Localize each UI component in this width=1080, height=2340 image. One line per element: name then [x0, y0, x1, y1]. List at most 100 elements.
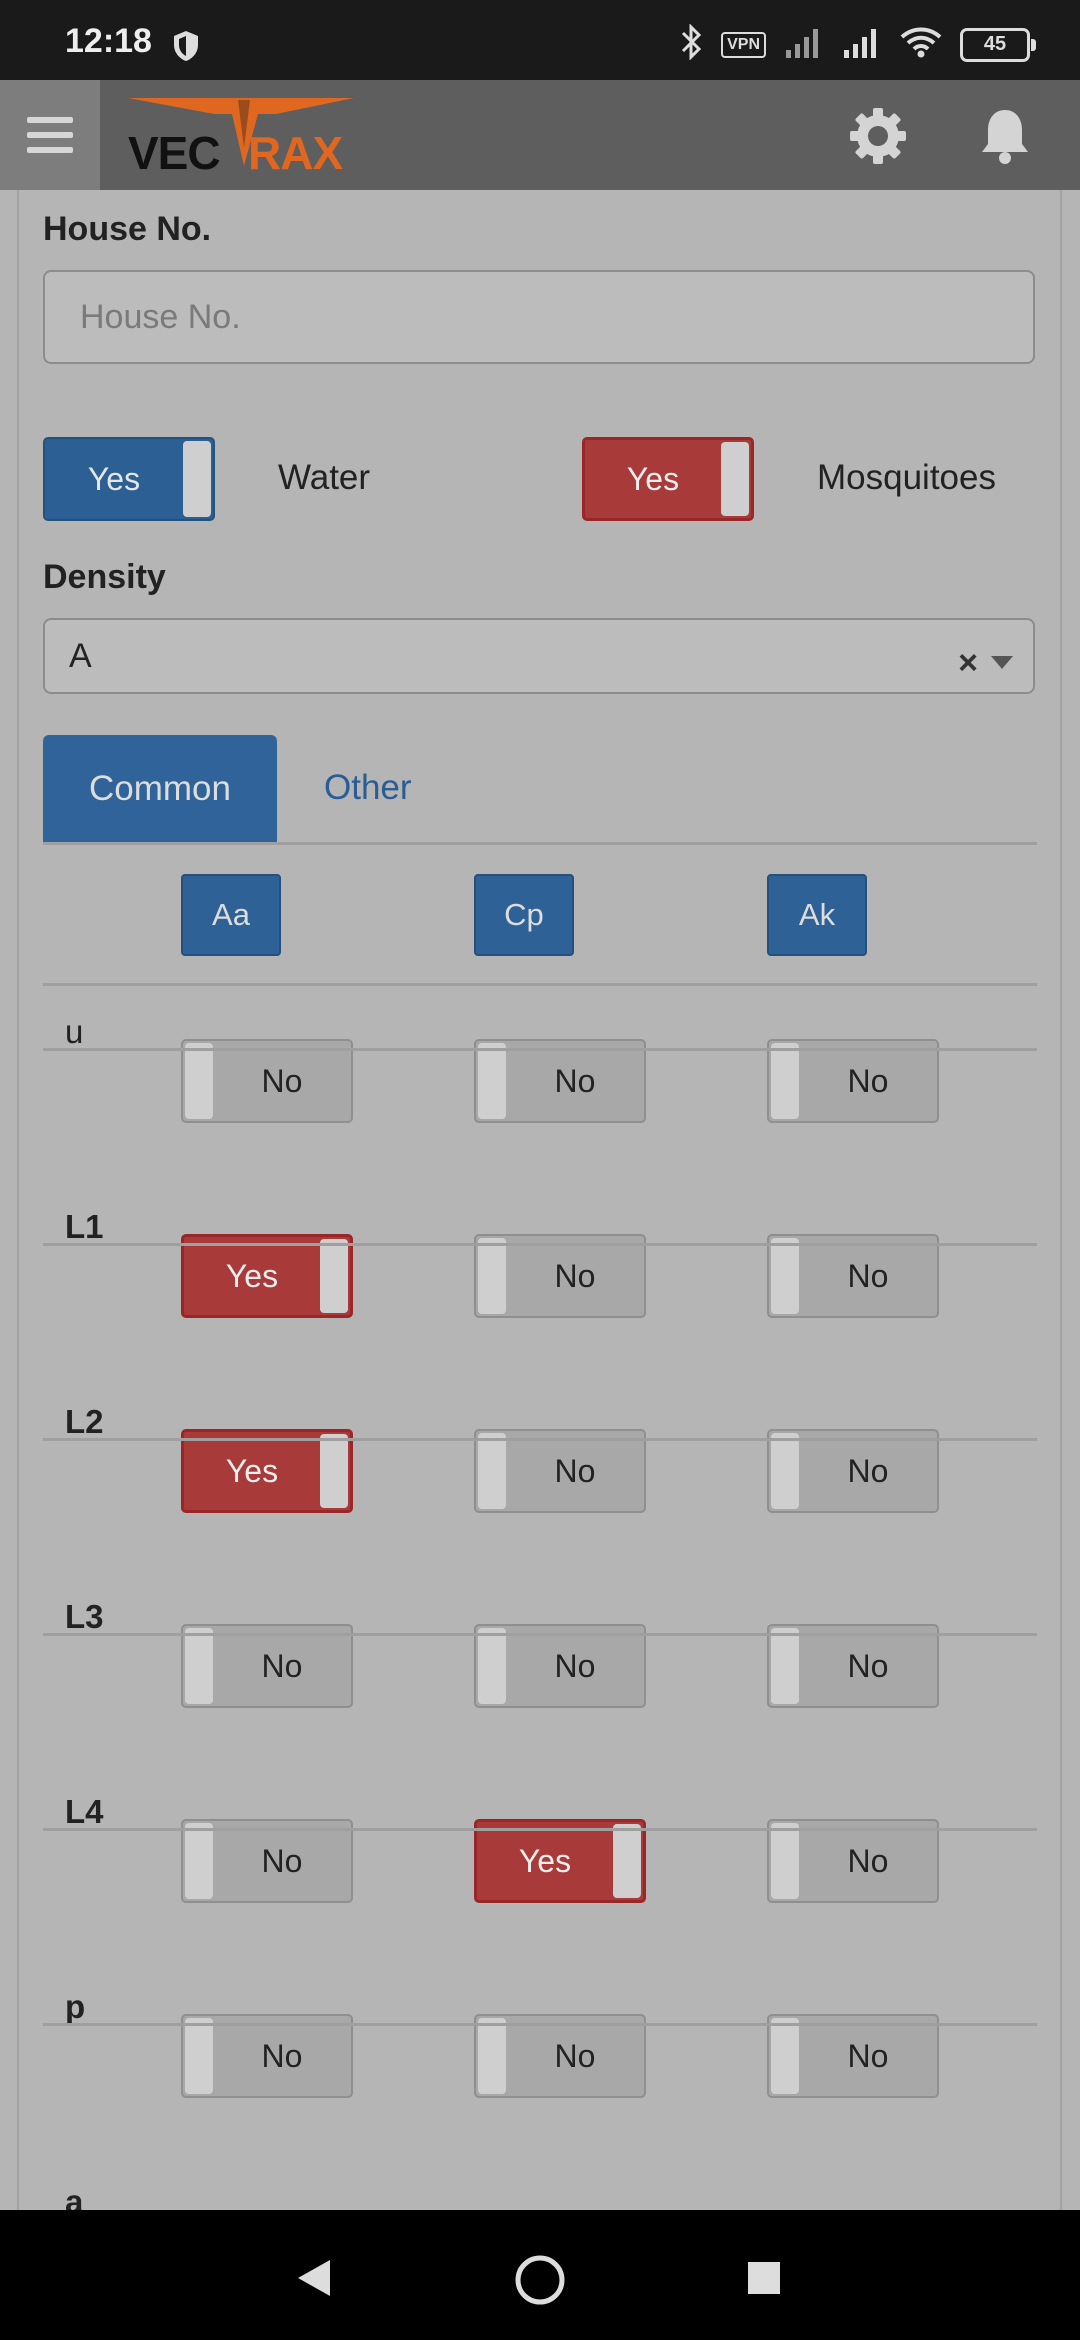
toggle-knob [478, 1628, 506, 1704]
status-bar: 12:18 VPN 45 [0, 0, 1080, 80]
vectrax-logo[interactable]: VEC RAX [126, 90, 356, 180]
panel-border [17, 190, 19, 2210]
stage-toggle[interactable]: Yes [474, 1819, 646, 1903]
toggle-knob [771, 1043, 799, 1119]
species-button-cp[interactable]: Cp [474, 874, 574, 956]
stage-toggle[interactable]: No [767, 1234, 939, 1318]
stage-toggle-label: No [847, 1062, 889, 1099]
row-label: L2 [65, 1403, 104, 1440]
toggle-knob [478, 2018, 506, 2094]
stage-toggle-label: No [554, 1257, 596, 1294]
stage-toggle-label: No [554, 2037, 596, 2074]
tab-other[interactable]: Other [324, 768, 412, 808]
stage-toggle[interactable]: Yes [181, 1234, 353, 1318]
stage-toggle[interactable]: No [181, 2014, 353, 2098]
stage-toggle[interactable]: No [767, 1429, 939, 1513]
stage-toggle[interactable]: No [474, 1234, 646, 1318]
toggle-knob [320, 1434, 348, 1508]
tab-divider [43, 842, 1037, 845]
form-panel: House No. House No. Yes Water Yes Mosqui… [0, 190, 1080, 2210]
density-label: Density [43, 558, 166, 596]
water-toggle[interactable]: Yes [43, 437, 215, 521]
row-label: L1 [65, 1208, 104, 1245]
row-label: p [65, 1988, 86, 2025]
bluetooth-icon [679, 23, 703, 65]
row-label: a [65, 2183, 84, 2210]
bell-icon[interactable] [978, 106, 1032, 171]
toggle-knob [771, 1628, 799, 1704]
stage-toggle[interactable]: No [767, 2014, 939, 2098]
row-divider [43, 1048, 1037, 1051]
stage-toggle-label: No [847, 1452, 889, 1489]
species-label: Ak [798, 897, 836, 932]
toggle-knob [771, 2018, 799, 2094]
status-time: 12:18 [65, 22, 152, 60]
toggle-knob [478, 1043, 506, 1119]
stage-toggle[interactable]: No [181, 1624, 353, 1708]
row-divider [43, 1828, 1037, 1831]
clear-selection-icon[interactable]: × [958, 644, 978, 683]
toggle-knob [771, 1238, 799, 1314]
stage-toggle[interactable]: No [767, 1819, 939, 1903]
mosquitoes-toggle[interactable]: Yes [582, 437, 754, 521]
toggle-knob [183, 441, 211, 517]
stage-toggle[interactable]: No [474, 1429, 646, 1513]
species-button-aa[interactable]: Aa [181, 874, 281, 956]
toggle-knob [320, 1239, 348, 1313]
water-toggle-label: Yes [87, 460, 141, 497]
species-button-ak[interactable]: Ak [767, 874, 867, 956]
row-divider [43, 2023, 1037, 2026]
stage-toggle[interactable]: No [474, 1624, 646, 1708]
row-label: u [65, 1013, 84, 1050]
stage-toggle[interactable]: No [767, 1039, 939, 1123]
stage-toggle-label: No [261, 1842, 303, 1879]
signal-icon [784, 26, 824, 63]
row-label: L3 [65, 1598, 104, 1635]
app-header: VEC RAX [0, 80, 1080, 190]
mosquitoes-label: Mosquitoes [817, 458, 996, 497]
stage-toggle-label: No [847, 1842, 889, 1879]
mosquitoes-toggle-label: Yes [626, 460, 680, 497]
stage-toggle[interactable]: No [181, 1039, 353, 1123]
row-label: L4 [65, 1793, 104, 1830]
back-icon[interactable] [296, 2258, 332, 2303]
menu-icon-line [27, 147, 73, 153]
stage-toggle-label: Yes [225, 1452, 279, 1489]
row-divider [43, 1633, 1037, 1636]
logo-text-left: VEC [128, 127, 221, 179]
stage-toggle[interactable]: No [181, 1819, 353, 1903]
stage-toggle-label: No [261, 2037, 303, 2074]
wifi-icon [900, 26, 942, 63]
vpn-badge: VPN [721, 31, 766, 58]
density-select[interactable]: A × [43, 618, 1035, 694]
shield-icon [172, 30, 200, 67]
toggle-knob [721, 442, 749, 516]
house-number-input[interactable]: House No. [43, 270, 1035, 364]
recents-icon[interactable] [746, 2260, 782, 2301]
stage-toggle-label: No [261, 1062, 303, 1099]
tab-common[interactable]: Common [43, 735, 277, 843]
stage-toggle-label: No [554, 1452, 596, 1489]
stage-toggle[interactable]: No [474, 2014, 646, 2098]
toggle-knob [478, 1433, 506, 1509]
system-navigation-bar [0, 2210, 1080, 2340]
gear-icon[interactable] [848, 106, 908, 171]
stage-toggle-label: No [847, 1647, 889, 1684]
species-label: Aa [212, 897, 250, 932]
hamburger-menu-button[interactable] [0, 80, 100, 190]
tab-common-label: Common [89, 769, 231, 808]
stage-toggle-label: No [554, 1062, 596, 1099]
chevron-down-icon[interactable] [991, 656, 1013, 669]
row-divider [43, 1438, 1037, 1441]
row-divider [43, 1243, 1037, 1246]
stage-toggle-label: Yes [225, 1257, 279, 1294]
stage-toggle-label: Yes [518, 1842, 572, 1879]
stage-toggle[interactable]: Yes [181, 1429, 353, 1513]
panel-border [1060, 190, 1062, 2210]
toggle-knob [185, 1043, 213, 1119]
stage-toggle-label: No [261, 1647, 303, 1684]
stage-toggle[interactable]: No [474, 1039, 646, 1123]
stage-toggle[interactable]: No [767, 1624, 939, 1708]
stage-toggle-label: No [847, 1257, 889, 1294]
home-icon[interactable] [514, 2254, 566, 2311]
